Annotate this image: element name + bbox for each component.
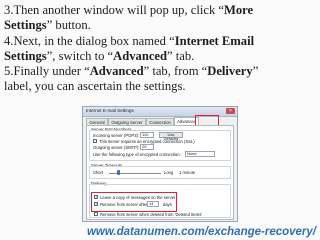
instruction-step4-line2: Settings”, switch to “Advanced” tab. — [4, 49, 195, 63]
days-label: days — [163, 202, 172, 207]
outgoing-server-label: Outgoing server (SMTP): — [93, 145, 140, 150]
leave-copy-checkbox[interactable] — [94, 194, 98, 199]
instruction-step3-line2: Settings” button. — [4, 18, 91, 32]
instruction-step5-line1: 5.Finally under “Advanced” tab, from “De… — [4, 64, 259, 78]
instruction-step4-line1: 4.Next, in the dialog box named “Interne… — [4, 34, 255, 48]
tab-outgoing-server[interactable]: Outgoing Server — [108, 118, 146, 125]
incoming-port-input[interactable]: 110 — [140, 132, 154, 138]
use-defaults-button[interactable]: Use Defaults — [159, 132, 183, 141]
remove-deleted-label: Remove from server when deleted from 'De… — [100, 212, 203, 217]
remove-after-label: Remove from server after — [100, 202, 148, 207]
dialog-title: Internet E-mail Settings — [86, 108, 134, 113]
remove-deleted-checkbox[interactable] — [94, 212, 98, 216]
advanced-tab-panel: Server Port Numbers Incoming server (POP… — [86, 125, 234, 220]
footer-url[interactable]: www.datanumen.com/exchange-recovery/ — [0, 226, 316, 238]
remove-after-days-input[interactable]: 14 — [147, 201, 159, 207]
ssl-checkbox[interactable] — [93, 139, 97, 143]
instruction-step3-line1: 3.Then another window will pop up, click… — [4, 3, 254, 17]
timeout-value: 1 minute — [179, 170, 196, 175]
remove-after-checkbox[interactable] — [94, 201, 98, 206]
internet-email-settings-dialog: Internet E-mail Settings × General Outgo… — [82, 106, 238, 222]
instruction-step5-line2: label, you can ascertain the settings. — [4, 79, 186, 93]
timeout-slider-knob[interactable] — [117, 170, 120, 175]
outgoing-port-input[interactable]: 25 — [140, 144, 154, 150]
encryption-type-label: Use the following type of encrypted conn… — [93, 152, 181, 157]
close-icon: × — [229, 108, 232, 114]
tab-general[interactable]: General — [86, 118, 108, 125]
close-button[interactable]: × — [226, 108, 235, 114]
timeout-short-label: Short — [93, 170, 104, 175]
leave-copy-label: Leave a copy of messages on the server — [100, 195, 176, 200]
timeout-long-label: Long — [164, 170, 174, 175]
slide: 3.Then another window will pop up, click… — [0, 0, 320, 240]
incoming-server-label: Incoming server (POP3): — [93, 133, 140, 138]
encryption-type-select[interactable]: None — [185, 151, 215, 157]
tab-connection[interactable]: Connection — [146, 118, 174, 125]
